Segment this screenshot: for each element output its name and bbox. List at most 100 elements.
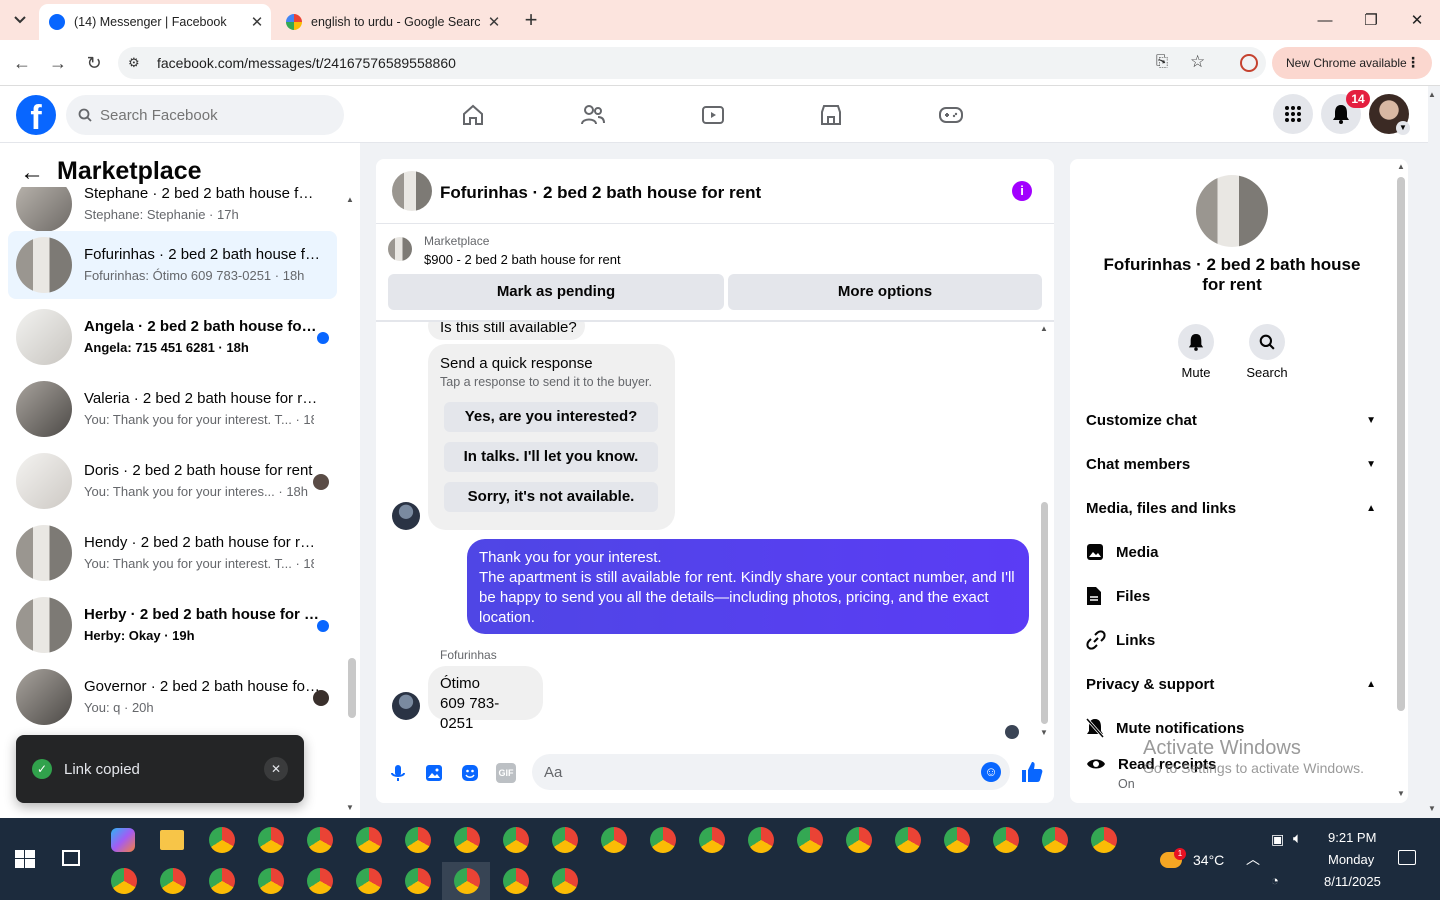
close-tab-icon[interactable]: ✕ <box>243 13 271 31</box>
menu-grid-icon[interactable] <box>1273 94 1313 134</box>
chrome-taskbar-icon[interactable] <box>1091 827 1117 853</box>
chrome-taskbar-icon[interactable] <box>356 827 382 853</box>
chrome-taskbar-icon[interactable] <box>552 868 578 894</box>
task-view-icon[interactable] <box>62 850 80 866</box>
chrome-taskbar-icon[interactable] <box>601 827 627 853</box>
chrome-taskbar-icon[interactable] <box>307 827 333 853</box>
chrome-taskbar-icon[interactable] <box>699 827 725 853</box>
meet-now-icon[interactable]: ▣ <box>1271 831 1284 848</box>
chrome-taskbar-icon[interactable] <box>748 827 774 853</box>
scrollbar[interactable] <box>1397 177 1405 711</box>
files-item[interactable]: Files <box>1086 576 1376 616</box>
mute-action[interactable]: Mute <box>1174 324 1218 380</box>
windows-start-icon[interactable] <box>15 850 35 873</box>
minimize-window-icon[interactable]: — <box>1302 0 1348 40</box>
install-app-icon[interactable]: ⎘ <box>1156 53 1168 70</box>
scroll-down-arrow-icon[interactable]: ▼ <box>346 803 354 812</box>
back-icon[interactable]: ← <box>7 48 37 78</box>
new-chrome-available-button[interactable]: New Chrome available ⋮ <box>1272 47 1432 79</box>
chrome-taskbar-icon[interactable] <box>356 868 382 894</box>
friends-icon[interactable] <box>563 96 623 134</box>
chrome-taskbar-icon[interactable] <box>405 827 431 853</box>
close-tab-icon[interactable]: ✕ <box>480 13 508 31</box>
marketplace-icon[interactable] <box>801 96 861 134</box>
chat-avatar[interactable] <box>392 171 432 211</box>
media-files-links-section[interactable]: Media, files and links ▲ <box>1086 488 1376 528</box>
thumbs-up-icon[interactable] <box>1020 760 1044 789</box>
conversation-item[interactable]: Herby · 2 bed 2 bath house for rent Herb… <box>8 591 337 659</box>
close-toast-icon[interactable]: ✕ <box>264 757 288 781</box>
page-scroll-down-icon[interactable]: ▼ <box>1428 804 1436 813</box>
more-options-button[interactable]: More options <box>728 274 1042 310</box>
search-box[interactable] <box>66 95 344 135</box>
sent-message-bubble[interactable]: Thank you for your interest. The apartme… <box>467 539 1029 634</box>
chrome-taskbar-icon[interactable] <box>650 827 676 853</box>
quick-response-option[interactable]: In talks. I'll let you know. <box>444 442 658 472</box>
quick-response-option[interactable]: Yes, are you interested? <box>444 402 658 432</box>
chrome-taskbar-icon[interactable] <box>454 827 480 853</box>
chrome-taskbar-icon[interactable] <box>797 827 823 853</box>
chrome-taskbar-icon[interactable] <box>258 868 284 894</box>
chrome-menu-icon[interactable]: ⋮ <box>1406 54 1420 71</box>
gaming-icon[interactable] <box>921 96 981 134</box>
conversation-item[interactable]: Doris · 2 bed 2 bath house for rent You:… <box>8 447 337 515</box>
scroll-up-arrow-icon[interactable]: ▲ <box>1040 324 1048 333</box>
conversation-item[interactable]: Governor · 2 bed 2 bath house for rent Y… <box>8 663 337 731</box>
chrome-taskbar-icon[interactable] <box>307 868 333 894</box>
chrome-taskbar-icon[interactable] <box>258 827 284 853</box>
scrollbar[interactable] <box>348 658 356 718</box>
emoji-icon[interactable]: ☺ <box>981 762 1001 782</box>
video-icon[interactable] <box>683 96 743 134</box>
scrollbar[interactable] <box>1041 502 1048 724</box>
site-info-icon[interactable]: ⚙ <box>128 55 140 71</box>
weather-temperature[interactable]: 34°C <box>1193 852 1224 868</box>
action-center-icon[interactable] <box>1398 850 1416 865</box>
back-arrow-icon[interactable]: ← <box>20 159 44 187</box>
profile-icon[interactable] <box>1240 54 1258 72</box>
conversation-item[interactable]: Angela · 2 bed 2 bath house for rent Ang… <box>8 303 337 371</box>
chat-title[interactable]: Fofurinhas · 2 bed 2 bath house for rent <box>440 183 761 203</box>
browser-tab-messenger[interactable]: (14) Messenger | Facebook ✕ <box>39 4 271 40</box>
chrome-taskbar-icon-active[interactable] <box>454 868 480 894</box>
contact-avatar[interactable] <box>392 502 420 530</box>
sticker-icon[interactable] <box>460 763 480 788</box>
reload-icon[interactable]: ↻ <box>79 48 109 78</box>
media-item[interactable]: Media <box>1086 532 1376 572</box>
search-action[interactable]: Search <box>1244 324 1290 380</box>
privacy-support-section[interactable]: Privacy & support ▲ <box>1086 664 1376 704</box>
forward-icon[interactable]: → <box>43 48 73 78</box>
clock-date[interactable]: 8/11/2025 <box>1324 874 1381 889</box>
address-bar[interactable]: ⚙ facebook.com/messages/t/24167576589558… <box>118 47 1266 79</box>
chrome-taskbar-icon[interactable] <box>160 868 186 894</box>
contact-avatar[interactable] <box>392 692 420 720</box>
chrome-taskbar-icon[interactable] <box>944 827 970 853</box>
reply-bubble[interactable]: Ótimo 609 783-0251 <box>428 666 543 732</box>
chrome-taskbar-icon[interactable] <box>895 827 921 853</box>
chrome-taskbar-icon[interactable] <box>111 868 137 894</box>
scroll-up-arrow-icon[interactable]: ▲ <box>346 195 354 204</box>
clock-day[interactable]: Monday <box>1328 852 1374 867</box>
maximize-window-icon[interactable]: ❐ <box>1348 0 1394 40</box>
links-item[interactable]: Links <box>1086 620 1376 660</box>
scroll-down-arrow-icon[interactable]: ▼ <box>1040 728 1048 737</box>
scroll-up-arrow-icon[interactable]: ▲ <box>1397 162 1405 171</box>
chrome-taskbar-icon[interactable] <box>209 827 235 853</box>
clock-time[interactable]: 9:21 PM <box>1328 830 1376 845</box>
conversation-item[interactable]: Hendy · 2 bed 2 bath house for rent You:… <box>8 519 337 587</box>
chrome-taskbar-icon[interactable] <box>993 827 1019 853</box>
quick-response-option[interactable]: Sorry, it's not available. <box>444 482 658 512</box>
conversation-item[interactable]: Valeria · 2 bed 2 bath house for rent Yo… <box>8 375 337 443</box>
page-scroll-up-icon[interactable]: ▲ <box>1428 90 1436 99</box>
new-tab-icon[interactable]: + <box>518 6 544 34</box>
file-explorer-icon[interactable] <box>160 830 184 850</box>
show-hidden-icons-chevron-icon[interactable]: ︿ <box>1246 849 1260 869</box>
chrome-taskbar-icon[interactable] <box>846 827 872 853</box>
chrome-taskbar-icon[interactable] <box>209 868 235 894</box>
chrome-taskbar-icon[interactable] <box>405 868 431 894</box>
chrome-taskbar-icon[interactable] <box>503 868 529 894</box>
chrome-taskbar-icon[interactable] <box>503 827 529 853</box>
copilot-icon[interactable] <box>111 828 135 852</box>
network-icon[interactable]: ◔ <box>1271 873 1279 888</box>
mark-as-pending-button[interactable]: Mark as pending <box>388 274 724 310</box>
chat-members-section[interactable]: Chat members ▼ <box>1086 444 1376 484</box>
